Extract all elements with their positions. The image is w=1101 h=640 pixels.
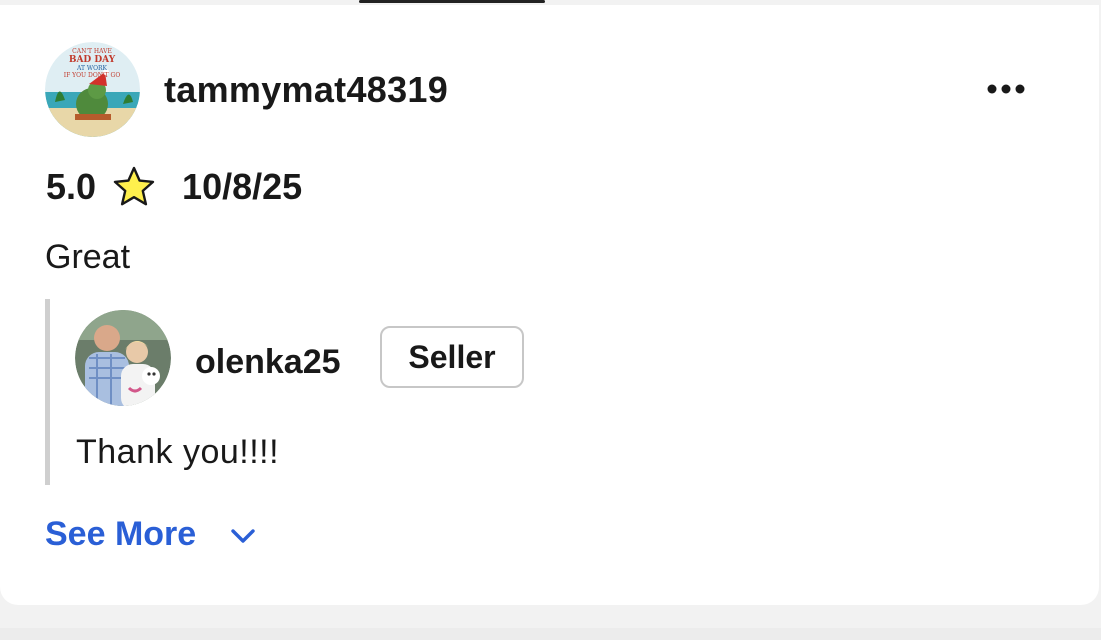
section-divider (0, 628, 1101, 640)
rating-value: 5.0 (46, 166, 97, 207)
reply-text: Thank you!!!! (76, 433, 280, 471)
reviewer-avatar-image: BAD DAY CAN'T HAVE AT WORK IF YOU DON'T … (45, 42, 140, 137)
review-date: 10/8/25 (182, 166, 303, 207)
rating-row: 5.0 10/8/25 (46, 165, 302, 209)
svg-text:AT WORK: AT WORK (76, 65, 108, 72)
seller-reply: olenka25 Seller Thank you!!!! (45, 299, 610, 485)
reviewer-avatar[interactable]: BAD DAY CAN'T HAVE AT WORK IF YOU DON'T … (45, 42, 140, 137)
svg-text:BAD DAY: BAD DAY (69, 55, 116, 65)
seller-avatar[interactable] (75, 310, 171, 406)
star-icon (112, 165, 156, 209)
active-tab-indicator (359, 0, 545, 3)
review-card: BAD DAY CAN'T HAVE AT WORK IF YOU DON'T … (0, 5, 1099, 605)
more-horizontal-icon (987, 84, 1025, 94)
svg-text:CAN'T HAVE: CAN'T HAVE (72, 48, 112, 55)
reviewer-username[interactable]: tammymat48319 (164, 69, 448, 111)
more-options-button[interactable] (980, 71, 1032, 107)
chevron-down-icon (228, 520, 258, 550)
seller-badge: Seller (380, 326, 524, 388)
see-more-button[interactable]: See More (45, 515, 258, 554)
seller-username[interactable]: olenka25 (195, 343, 341, 382)
svg-text:IF YOU DON'T GO: IF YOU DON'T GO (64, 72, 121, 79)
see-more-label: See More (45, 515, 197, 553)
review-text: Great (45, 238, 131, 276)
seller-avatar-image (75, 310, 171, 406)
